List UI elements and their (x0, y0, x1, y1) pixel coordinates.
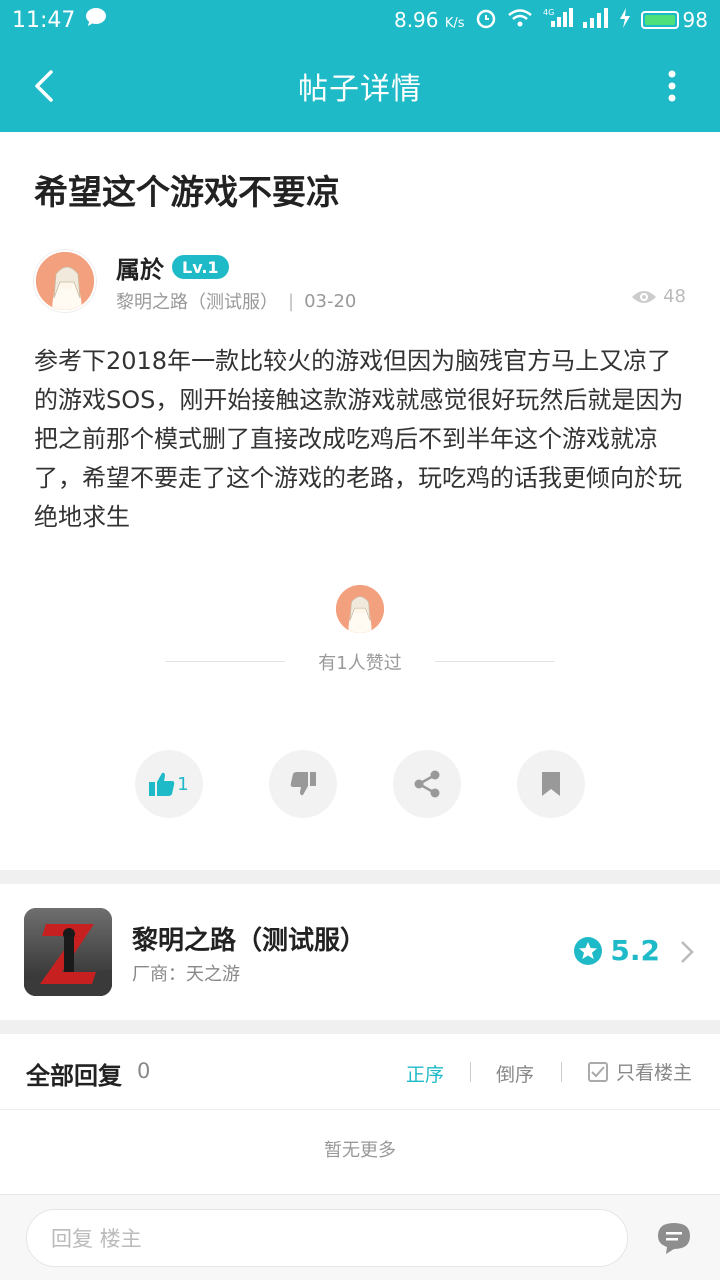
eye-icon (632, 290, 657, 303)
battery-indicator: 98 (640, 8, 708, 32)
section-divider (0, 870, 720, 884)
author-row: 属於 Lv.1 黎明之路（测试服） | 03-20 48 (34, 248, 686, 318)
rating-value: 5.2 (610, 934, 660, 967)
post-title: 希望这个游戏不要凉 (34, 173, 340, 213)
checkbox-icon (588, 1061, 608, 1082)
game-rating: 5.2 (574, 934, 660, 967)
level-badge: Lv.1 (172, 255, 229, 279)
like-count: 1 (177, 773, 189, 795)
replies-title: 全部回复 (26, 1062, 122, 1090)
back-arrow-icon (35, 70, 53, 102)
bookmark-icon (542, 772, 560, 796)
network-speed: 8.96 K/s (393, 8, 465, 32)
likers-text: 有1人赞过 (318, 653, 402, 674)
likers-section: 有1人赞过 (0, 585, 720, 685)
post-date: 03-20 (304, 290, 357, 312)
liker-avatar[interactable] (336, 585, 384, 633)
like-button[interactable]: 1 (135, 750, 203, 818)
thumbs-down-icon (290, 772, 316, 796)
no-more-text: 暂无更多 (324, 1140, 396, 1161)
sort-descending-tab[interactable]: 倒序 (496, 1060, 534, 1087)
replies-count: 0 (137, 1059, 151, 1083)
share-button[interactable] (393, 750, 461, 818)
more-vertical-icon (668, 70, 676, 102)
post-actions: 1 (0, 750, 720, 820)
wifi-icon (507, 8, 533, 33)
chevron-right-icon (681, 941, 694, 963)
more-options-button[interactable] (652, 66, 692, 106)
reply-bar: 回复 楼主 (0, 1194, 720, 1280)
thumbs-up-icon (149, 772, 175, 796)
status-bar: 11:47 8.96 K/s 4G 98 (0, 0, 720, 40)
only-op-label: 只看楼主 (616, 1062, 693, 1084)
game-card[interactable]: 黎明之路（测试服） 厂商：天之游 5.2 (0, 884, 720, 1020)
only-op-toggle[interactable]: 只看楼主 (588, 1058, 692, 1085)
separator (561, 1062, 562, 1082)
author-name[interactable]: 属於 (116, 250, 164, 285)
post-source[interactable]: 黎明之路（测试服） (116, 288, 278, 314)
dislike-button[interactable] (269, 750, 337, 818)
svg-text:4G: 4G (543, 8, 554, 17)
bookmark-button[interactable] (517, 750, 585, 818)
signal-icon (582, 7, 609, 33)
page-title: 帖子详情 (298, 72, 422, 107)
reply-input[interactable]: 回复 楼主 (26, 1209, 628, 1267)
comment-icon[interactable] (656, 1221, 692, 1255)
post-body: 参考下2018年一款比较火的游戏但因为脑残官方马上又凉了的游戏SOS，刚开始接触… (34, 347, 684, 531)
section-divider (0, 1020, 720, 1034)
signal-4g-icon: 4G (543, 7, 573, 34)
sort-ascending-tab[interactable]: 正序 (406, 1060, 444, 1087)
game-vendor: 厂商：天之游 (132, 964, 240, 985)
share-icon (414, 770, 440, 798)
author-avatar[interactable] (34, 250, 96, 312)
status-time: 11:47 (12, 7, 76, 33)
alarm-icon (475, 7, 497, 34)
separator (470, 1062, 471, 1082)
view-count: 48 (631, 286, 686, 307)
meta-separator: | (288, 290, 295, 312)
message-icon (85, 7, 107, 33)
star-rating-icon (574, 936, 603, 965)
back-button[interactable] (24, 66, 64, 106)
author-meta: 黎明之路（测试服） | 03-20 (116, 288, 356, 314)
game-name: 黎明之路（测试服） (132, 926, 367, 956)
divider-line (435, 661, 555, 662)
app-header: 帖子详情 (0, 40, 720, 132)
game-icon (24, 908, 112, 996)
charging-icon (619, 7, 631, 33)
replies-header: 全部回复 0 正序 倒序 只看楼主 (0, 1034, 720, 1110)
